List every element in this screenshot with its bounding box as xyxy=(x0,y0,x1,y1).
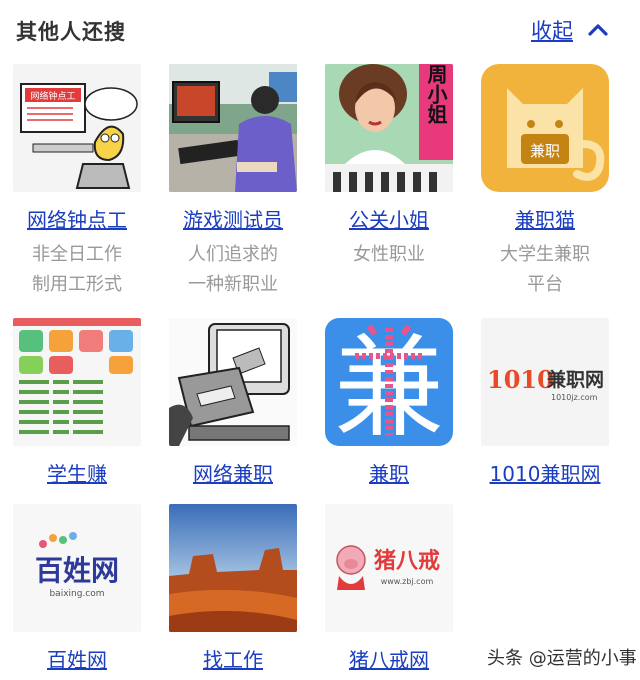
svg-text:百姓网: 百姓网 xyxy=(35,554,119,587)
thumbnail-image[interactable]: 兼职 xyxy=(481,64,609,192)
description-line: 人们追求的 xyxy=(188,244,278,265)
chevron-up-icon xyxy=(588,24,608,36)
description-line: 平台 xyxy=(527,274,563,295)
svg-text:兼职: 兼职 xyxy=(530,142,560,160)
svg-text:www.zbj.com: www.zbj.com xyxy=(381,577,434,586)
result-description: 大学生兼职 平台 xyxy=(470,240,620,300)
result-title[interactable]: 网络钟点工 xyxy=(2,204,152,233)
thumbnail-image[interactable]: 1010 兼职网 1010jz.com xyxy=(481,318,609,446)
collapse-link[interactable]: 收起 xyxy=(531,15,609,45)
thumbnail-image[interactable]: 猪八戒 www.zbj.com xyxy=(325,504,453,632)
result-title[interactable]: 学生赚 xyxy=(2,458,152,487)
header: 其他人还搜 收起 xyxy=(0,0,640,60)
description-line: 一种新职业 xyxy=(188,274,278,295)
thumbnail-image[interactable]: 网络钟点工 xyxy=(13,64,141,192)
result-title[interactable]: 兼职 xyxy=(314,458,464,487)
collapse-label: 收起 xyxy=(531,19,573,43)
result-title[interactable]: 公关小姐 xyxy=(314,204,464,233)
result-title[interactable]: 找工作 xyxy=(158,644,308,673)
thumbnail-image[interactable] xyxy=(169,504,297,632)
svg-text:1010jz.com: 1010jz.com xyxy=(551,393,598,402)
watermark: 头条 @运营的小事 xyxy=(487,648,637,669)
svg-text:猪八戒: 猪八戒 xyxy=(374,548,440,574)
result-description: 人们追求的 一种新职业 xyxy=(158,240,308,300)
svg-text:兼职网: 兼职网 xyxy=(547,368,604,391)
result-title[interactable]: 百姓网 xyxy=(2,644,152,673)
svg-text:网络钟点工: 网络钟点工 xyxy=(30,90,75,102)
description-line: 制用工形式 xyxy=(32,274,122,295)
thumbnail-image[interactable] xyxy=(13,318,141,446)
result-description: 女性职业 xyxy=(314,240,464,270)
result-title[interactable]: 游戏测试员 xyxy=(158,204,308,233)
result-title[interactable]: 兼职猫 xyxy=(470,204,620,233)
description-line: 非全日工作 xyxy=(32,244,122,265)
description-line: 女性职业 xyxy=(353,244,425,265)
thumbnail-image[interactable] xyxy=(169,64,297,192)
result-title[interactable]: 猪八戒网 xyxy=(314,644,464,673)
svg-text:baixing.com: baixing.com xyxy=(49,589,104,599)
section-title: 其他人还搜 xyxy=(16,20,126,44)
svg-text:周小姐: 周小姐 xyxy=(424,64,448,125)
svg-text:1010: 1010 xyxy=(487,365,554,394)
result-description: 非全日工作 制用工形式 xyxy=(2,240,152,300)
result-title[interactable]: 1010兼职网 xyxy=(470,458,620,487)
thumbnail-image[interactable]: 周小姐 xyxy=(325,64,453,192)
thumbnail-image[interactable]: 百姓网 baixing.com xyxy=(13,504,141,632)
thumbnail-image[interactable]: 兼 xyxy=(325,318,453,446)
description-line: 大学生兼职 xyxy=(500,244,590,265)
result-title[interactable]: 网络兼职 xyxy=(158,458,308,487)
thumbnail-image[interactable] xyxy=(169,318,297,446)
